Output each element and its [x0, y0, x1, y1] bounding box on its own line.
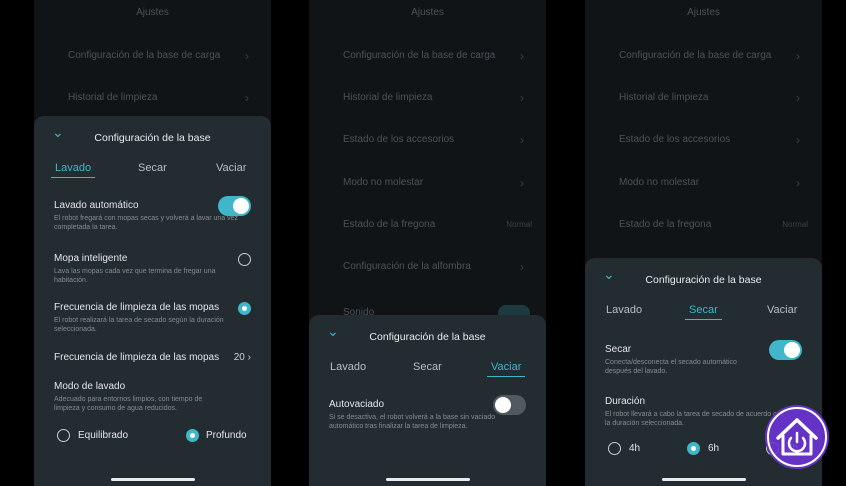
dry-toggle[interactable] — [769, 340, 802, 360]
tab-lavado[interactable]: Lavado — [330, 361, 366, 373]
settings-item-fregona[interactable]: Estado de la fregona Normal — [309, 204, 546, 246]
chevron-right-icon: › — [520, 91, 524, 105]
freq-mop-desc: El robot realizará la tarea de secado se… — [54, 317, 224, 333]
tab-lavado[interactable]: Lavado — [51, 162, 96, 178]
settings-item-label: Estado de los accesorios — [343, 134, 455, 145]
tab-secar[interactable]: Secar — [685, 304, 722, 320]
auto-wash-desc: El robot fregará con mopas secas y volve… — [54, 215, 239, 231]
chevron-right-icon: › — [520, 133, 524, 147]
settings-item-historial[interactable]: Historial de limpieza › — [34, 77, 271, 119]
settings-title: Ajustes — [411, 7, 444, 18]
tab-vaciar[interactable]: Vaciar — [487, 361, 526, 377]
settings-title: Ajustes — [136, 7, 169, 18]
sheet-title: Configuración de la base — [94, 132, 211, 144]
auto-empty-toggle[interactable] — [493, 395, 526, 415]
settings-item-label: Configuración de la base de carga — [68, 50, 221, 61]
freq-value-label: Frecuencia de limpieza de las mopas — [54, 352, 220, 363]
smart-mop-desc: Lava las mopas cada vez que termina de f… — [54, 268, 216, 284]
tab-vaciar[interactable]: Vaciar — [216, 162, 246, 174]
freq-value-row[interactable]: Frecuencia de limpieza de las mopas 20 › — [54, 352, 251, 363]
tab-bar: Lavado Secar Vaciar — [34, 156, 271, 186]
freq-mop-radio[interactable] — [238, 302, 251, 315]
wash-mode-equilibrado-radio[interactable] — [57, 429, 70, 442]
dry-desc: Conecta/desconecta el secado automático … — [605, 359, 737, 375]
settings-item-label: Historial de limpieza — [619, 92, 709, 103]
chevron-right-icon: › — [796, 49, 800, 63]
auto-wash-toggle[interactable] — [218, 196, 251, 216]
freq-mop-row: Frecuencia de limpieza de las mopas El r… — [54, 302, 251, 334]
duration-6h-radio[interactable] — [687, 442, 700, 455]
chevron-right-icon: › — [796, 176, 800, 190]
wash-mode-equilibrado-label: Equilibrado — [78, 430, 129, 441]
smart-mop-row: Mopa inteligente Lava las mopas cada vez… — [54, 253, 251, 285]
settings-item-label: Configuración de la base de carga — [343, 50, 496, 61]
auto-empty-desc: Si se desactiva, el robot volverá a la b… — [329, 414, 496, 430]
dry-row: Secar Conecta/desconecta el secado autom… — [605, 340, 802, 376]
chevron-right-icon: › — [796, 133, 800, 147]
sheet-title: Configuración de la base — [645, 274, 762, 286]
fregona-value: Normal — [506, 220, 532, 229]
settings-item-label: Historial de limpieza — [343, 92, 433, 103]
duration-6h-label: 6h — [708, 443, 720, 454]
smart-mop-radio[interactable] — [238, 253, 251, 266]
sheet-title: Configuración de la base — [369, 331, 486, 343]
auto-empty-row: Autovaciado Si se desactiva, el robot vo… — [329, 395, 526, 431]
freq-value: 20 › — [233, 352, 251, 363]
tab-bar: Lavado Secar Vaciar — [309, 355, 546, 385]
tab-secar[interactable]: Secar — [138, 162, 167, 174]
wash-mode-desc: Adecuado para entornos limpios, con tiem… — [54, 396, 203, 412]
base-config-sheet: ⌄ Configuración de la base Lavado Secar … — [34, 116, 271, 486]
base-config-sheet: ⌄ Configuración de la base Lavado Secar … — [309, 315, 546, 486]
settings-item-label: Modo no molestar — [343, 177, 424, 188]
settings-item-base-de-carga[interactable]: Configuración de la base de carga › — [585, 35, 822, 77]
settings-item-no-molestar[interactable]: Modo no molestar › — [309, 162, 546, 204]
settings-item-label: Estado de los accesorios — [619, 134, 731, 145]
duration-4h-radio[interactable] — [608, 442, 621, 455]
settings-item-label: Estado de la fregona — [343, 219, 436, 230]
smart-mop-label: Mopa inteligente — [54, 253, 128, 264]
settings-item-label: Historial de limpieza — [68, 92, 158, 103]
settings-item-alfombra[interactable]: Configuración de la alfombra › — [309, 246, 546, 288]
wash-mode-label: Modo de lavado — [54, 381, 126, 392]
settings-item-label: Configuración de la alfombra — [343, 261, 471, 272]
duration-4h-label: 4h — [629, 443, 641, 454]
settings-item-label: Modo no molestar — [619, 177, 700, 188]
chevron-right-icon: › — [245, 91, 249, 105]
settings-item-historial[interactable]: Historial de limpieza › — [585, 77, 822, 119]
settings-item-historial[interactable]: Historial de limpieza › — [309, 77, 546, 119]
settings-title: Ajustes — [687, 7, 720, 18]
tab-vaciar[interactable]: Vaciar — [767, 304, 797, 316]
auto-wash-row: Lavado automático El robot fregará con m… — [54, 196, 251, 232]
chevron-right-icon: › — [520, 49, 524, 63]
wash-mode-row: Modo de lavado Adecuado para entornos li… — [54, 381, 251, 413]
tab-bar: Lavado Secar Vaciar — [585, 298, 822, 328]
settings-item-accesorios[interactable]: Estado de los accesorios › — [309, 119, 546, 161]
tab-secar[interactable]: Secar — [413, 361, 442, 373]
home-indicator — [661, 478, 746, 481]
chevron-right-icon: › — [520, 260, 524, 274]
phone-screen-vaciar: Ajustes Configuración de la base de carg… — [309, 0, 546, 486]
home-indicator — [110, 478, 195, 481]
fregona-value: Normal — [782, 220, 808, 229]
chevron-right-icon: › — [796, 91, 800, 105]
settings-item-base-de-carga[interactable]: Configuración de la base de carga › — [34, 35, 271, 77]
tab-lavado[interactable]: Lavado — [606, 304, 642, 316]
settings-item-label: Configuración de la base de carga — [619, 50, 772, 61]
chevron-right-icon: › — [245, 49, 249, 63]
settings-item-no-molestar[interactable]: Modo no molestar › — [585, 162, 822, 204]
chevron-right-icon: › — [520, 176, 524, 190]
phone-screen-lavado: Ajustes Configuración de la base de carg… — [34, 0, 271, 486]
settings-item-base-de-carga[interactable]: Configuración de la base de carga › — [309, 35, 546, 77]
wash-mode-profundo-radio[interactable] — [186, 429, 199, 442]
chevron-right-icon: › — [247, 352, 251, 363]
settings-item-accesorios[interactable]: Estado de los accesorios › — [585, 119, 822, 161]
settings-item-label: Estado de la fregona — [619, 219, 712, 230]
home-indicator — [385, 478, 470, 481]
wash-mode-profundo-label: Profundo — [206, 430, 247, 441]
settings-item-fregona[interactable]: Estado de la fregona Normal — [585, 204, 822, 246]
house-power-logo-icon — [765, 405, 829, 469]
freq-mop-label: Frecuencia de limpieza de las mopas — [54, 302, 220, 313]
